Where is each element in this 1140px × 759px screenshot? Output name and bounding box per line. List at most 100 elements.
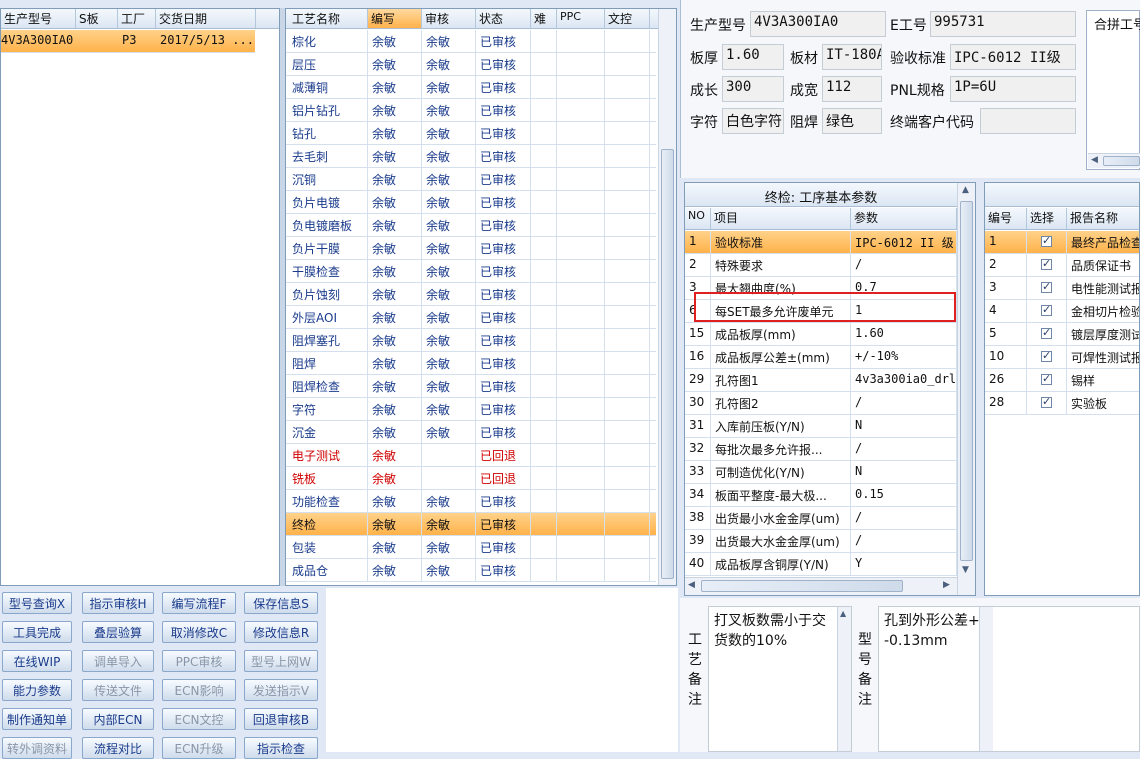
- report-row[interactable]: 4 金相切片检验: [985, 300, 1139, 323]
- action-button[interactable]: 流程对比: [82, 737, 154, 759]
- process-row[interactable]: 铝片钻孔 余敏 余敏 已审核: [286, 99, 656, 122]
- action-button[interactable]: 在线WIP: [2, 650, 72, 672]
- action-button[interactable]: 回退审核B: [244, 708, 318, 730]
- process-row[interactable]: 棕化 余敏 余敏 已审核: [286, 30, 656, 53]
- action-button[interactable]: ECN文控: [162, 708, 236, 730]
- process-row[interactable]: 沉金 余敏 余敏 已审核: [286, 421, 656, 444]
- process-row[interactable]: 负电镀磨板 余敏 余敏 已审核: [286, 214, 656, 237]
- process-remark-box[interactable]: 打叉板数需小于交货数的10% ▲: [708, 606, 852, 752]
- arrow-down-icon[interactable]: ▼: [962, 565, 969, 575]
- param-row[interactable]: 31 入库前压板(Y/N) N: [685, 415, 957, 438]
- action-button[interactable]: 调单导入: [82, 650, 154, 672]
- checkbox[interactable]: [1041, 349, 1052, 362]
- col-header[interactable]: 难: [531, 9, 557, 28]
- param-row[interactable]: 29 孔符图1 4v3a300ia0_drl_: [685, 369, 957, 392]
- process-row[interactable]: 负片干膜 余敏 余敏 已审核: [286, 237, 656, 260]
- scrollbar-thumb[interactable]: [661, 149, 674, 579]
- report-row[interactable]: 2 品质保证书: [985, 254, 1139, 277]
- action-button[interactable]: 工具完成: [2, 621, 72, 643]
- thickness-field[interactable]: 1.60: [722, 44, 784, 70]
- col-header[interactable]: PPC: [557, 9, 605, 28]
- scrollbar-thumb[interactable]: [960, 201, 973, 561]
- action-button[interactable]: 转外调资料: [2, 737, 72, 759]
- col-header[interactable]: 项目: [711, 208, 851, 229]
- action-button[interactable]: 修改信息R: [244, 621, 318, 643]
- combine-hscroll[interactable]: ◀: [1088, 153, 1140, 168]
- param-row[interactable]: 2 特殊要求 /: [685, 254, 957, 277]
- action-button[interactable]: ECN升级: [162, 737, 236, 759]
- param-row[interactable]: 39 出货最大水金金厚(um) /: [685, 530, 957, 553]
- remark-vscroll[interactable]: ▲: [837, 607, 851, 751]
- process-row[interactable]: 终检 余敏 余敏 已审核: [286, 513, 656, 536]
- scrollbar-thumb[interactable]: [1103, 156, 1140, 166]
- param-row[interactable]: 38 出货最小水金金厚(um) /: [685, 507, 957, 530]
- process-row[interactable]: 阻焊检查 余敏 余敏 已审核: [286, 375, 656, 398]
- process-row[interactable]: 负片电镀 余敏 余敏 已审核: [286, 191, 656, 214]
- action-button[interactable]: 发送指示V: [244, 679, 318, 701]
- action-button[interactable]: 叠层验算: [82, 621, 154, 643]
- param-row[interactable]: 30 孔符图2/: [685, 392, 957, 415]
- param-row[interactable]: 34 板面平整度-最大极... 0.15: [685, 484, 957, 507]
- table-row[interactable]: 4V3A300IA0 P3 2017/5/13 ...: [1, 30, 255, 53]
- checkbox[interactable]: [1041, 257, 1052, 270]
- model-remark-box[interactable]: 孔到外形公差+-0.13mm: [878, 606, 1140, 752]
- col-header[interactable]: S板: [76, 9, 118, 28]
- report-row[interactable]: 1 最终产品检查: [985, 231, 1139, 254]
- report-row[interactable]: 28 实验板: [985, 392, 1139, 415]
- process-row[interactable]: 去毛刺 余敏 余敏 已审核: [286, 145, 656, 168]
- param-row[interactable]: 33 可制造优化(Y/N) N: [685, 461, 957, 484]
- arrow-left-icon[interactable]: ◀: [1091, 155, 1098, 165]
- prod-model-field[interactable]: 4V3A300IA0: [750, 11, 886, 37]
- arrow-up-icon[interactable]: ▲: [962, 185, 969, 195]
- col-header[interactable]: 交货日期: [156, 9, 256, 28]
- col-header[interactable]: 生产型号: [1, 9, 76, 28]
- report-row[interactable]: 26 锡样: [985, 369, 1139, 392]
- col-header[interactable]: 审核: [422, 9, 476, 28]
- col-header[interactable]: 报告名称: [1067, 208, 1139, 229]
- action-button[interactable]: 指示检查: [244, 737, 318, 759]
- col-header[interactable]: 编号: [985, 208, 1027, 229]
- process-row[interactable]: 功能检查 余敏 余敏 已审核: [286, 490, 656, 513]
- process-row[interactable]: 负片蚀刻 余敏 余敏 已审核: [286, 283, 656, 306]
- checkbox[interactable]: [1041, 280, 1052, 293]
- param-row[interactable]: 32 每批次最多允许报... /: [685, 438, 957, 461]
- customer-field[interactable]: [980, 108, 1076, 134]
- checkbox[interactable]: [1041, 395, 1052, 408]
- material-field[interactable]: IT-180A: [822, 44, 882, 70]
- col-header[interactable]: 工艺名称: [286, 9, 368, 28]
- mask-field[interactable]: 绿色: [822, 108, 882, 134]
- length-field[interactable]: 300: [722, 76, 784, 102]
- process-row[interactable]: 外层AOI 余敏 余敏 已审核: [286, 306, 656, 329]
- action-button[interactable]: PPC审核: [162, 650, 236, 672]
- process-row[interactable]: 包装 余敏 余敏 已审核: [286, 536, 656, 559]
- action-button[interactable]: 能力参数: [2, 679, 72, 701]
- process-row[interactable]: 减薄铜 余敏 余敏 已审核: [286, 76, 656, 99]
- arrow-up-icon[interactable]: ▲: [840, 609, 846, 618]
- checkbox[interactable]: [1041, 326, 1052, 339]
- e-no-field[interactable]: 995731: [930, 11, 1076, 37]
- checkbox[interactable]: [1041, 234, 1052, 247]
- standard-field[interactable]: IPC-6012 II级: [950, 44, 1076, 70]
- param-row[interactable]: 1 验收标准 IPC-6012 II 级: [685, 231, 957, 254]
- width-field[interactable]: 112: [822, 76, 882, 102]
- action-button[interactable]: 型号查询X: [2, 592, 72, 614]
- action-button[interactable]: 制作通知单: [2, 708, 72, 730]
- process-row[interactable]: 阻焊塞孔 余敏 余敏 已审核: [286, 329, 656, 352]
- process-row[interactable]: 层压 余敏 余敏 已审核: [286, 53, 656, 76]
- checkbox[interactable]: [1041, 303, 1052, 316]
- process-row[interactable]: 阻焊 余敏 余敏 已审核: [286, 352, 656, 375]
- col-header[interactable]: 编写: [368, 9, 422, 28]
- col-header[interactable]: 文控: [605, 9, 650, 28]
- param-row[interactable]: 15 成品板厚(mm) 1.60: [685, 323, 957, 346]
- process-row[interactable]: 钻孔 余敏 余敏 已审核: [286, 122, 656, 145]
- action-button[interactable]: 内部ECN: [82, 708, 154, 730]
- params-hscroll[interactable]: ◀ ▶: [685, 577, 957, 595]
- arrow-right-icon[interactable]: ▶: [943, 580, 950, 590]
- col-header[interactable]: 工厂: [118, 9, 156, 28]
- report-row[interactable]: 5 镀层厚度测试: [985, 323, 1139, 346]
- process-row[interactable]: 字符 余敏 余敏 已审核: [286, 398, 656, 421]
- col-header[interactable]: 选择: [1027, 208, 1067, 229]
- params-vscroll[interactable]: ▲ ▼: [957, 183, 975, 595]
- col-header[interactable]: NO: [685, 208, 711, 229]
- pnl-field[interactable]: 1P=6U: [950, 76, 1076, 102]
